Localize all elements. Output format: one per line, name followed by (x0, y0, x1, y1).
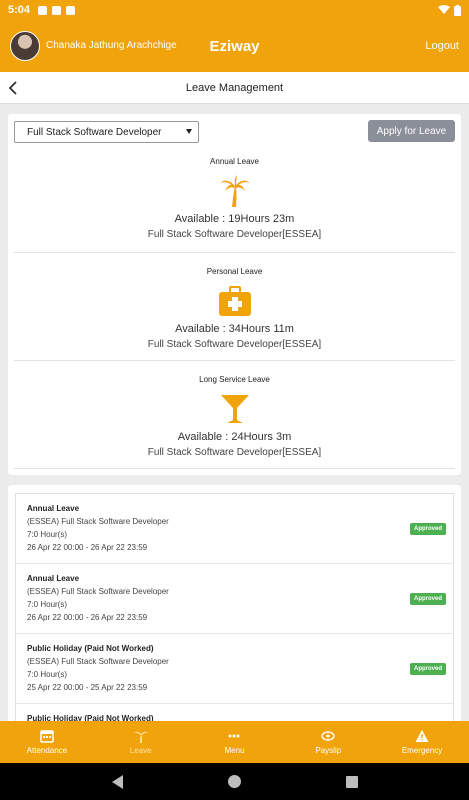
chevron-down-icon (186, 129, 192, 134)
page-title: Leave Management (185, 81, 284, 94)
leave-hours: 7:0 Hour(s) (27, 600, 68, 609)
leave-requests-card: Annual Leave (ESSEA) Full Stack Software… (8, 485, 461, 735)
nav-leave[interactable]: Leave (94, 721, 188, 763)
leave-balance-title: Personal Leave (206, 267, 263, 276)
leave-period: 25 Apr 22 00:00 - 25 Apr 22 23:59 (27, 683, 148, 692)
annual-leave-balance: Annual Leave Available : 19Hours 23m Ful… (8, 156, 461, 242)
notification-icon (38, 5, 48, 15)
leave-period: 26 Apr 22 00:00 - 26 Apr 22 23:59 (27, 543, 148, 552)
list-item[interactable]: Annual Leave (ESSEA) Full Stack Software… (16, 564, 453, 634)
apply-for-leave-button[interactable]: Apply for Leave (368, 120, 455, 142)
nav-label: Payslip (315, 746, 342, 755)
status-badge: Approved (409, 593, 446, 605)
back-arrow-icon[interactable] (4, 78, 24, 98)
sub-header: Leave Management (0, 72, 469, 104)
leave-available: Available : 34Hours 11m (175, 323, 294, 335)
status-badge: Approved (409, 663, 446, 675)
leave-position: Full Stack Software Developer[ESSEA] (147, 447, 322, 458)
divider (14, 252, 455, 253)
leave-type: Annual Leave (27, 574, 80, 583)
logout-button[interactable]: Logout (425, 40, 459, 52)
leave-available: Available : 19Hours 23m (174, 213, 295, 225)
leave-balance-title: Long Service Leave (199, 375, 270, 384)
palm-tree-icon (219, 175, 250, 207)
leave-type: Annual Leave (27, 504, 80, 513)
status-badge: Approved (409, 523, 446, 535)
leave-position: Full Stack Software Developer[ESSEA] (147, 339, 322, 350)
leave-hours: 7:0 Hour(s) (27, 530, 68, 539)
notification-icon (66, 5, 76, 15)
notification-icon (52, 5, 62, 15)
leave-balance-title: Annual Leave (210, 157, 259, 166)
long-service-leave-balance: Long Service Leave Available : 24Hours 3… (8, 374, 461, 460)
nav-label: Attendance (26, 746, 68, 755)
nav-emergency[interactable]: Emergency (375, 721, 469, 763)
cocktail-glass-icon (220, 395, 249, 423)
position-select-value: Full Stack Software Developer (27, 126, 162, 138)
bottom-nav: Attendance Leave Menu Payslip Emergency (0, 721, 469, 763)
system-recents-icon[interactable] (345, 775, 358, 788)
leave-position: (ESSEA) Full Stack Software Developer (27, 657, 169, 666)
first-aid-kit-icon (218, 286, 251, 316)
leave-available: Available : 24Hours 3m (177, 431, 292, 443)
list-item[interactable]: Public Holiday (Paid Not Worked) (ESSEA)… (16, 634, 453, 704)
palm-tree-icon (133, 731, 148, 743)
avatar[interactable] (10, 31, 40, 61)
nav-menu[interactable]: Menu (188, 721, 282, 763)
wifi-icon (438, 5, 450, 14)
app-header: Chanaka Jathung Arachchige Eziway Logout (0, 20, 469, 72)
user-name: Chanaka Jathung Arachchige (46, 40, 177, 51)
list-item[interactable]: Annual Leave (ESSEA) Full Stack Software… (16, 494, 453, 564)
leave-position: Full Stack Software Developer[ESSEA] (147, 229, 322, 240)
status-bar: 5:04 (0, 0, 469, 20)
leave-hours: 7:0 Hour(s) (27, 670, 68, 679)
divider (14, 468, 455, 469)
personal-leave-balance: Personal Leave Available : 34Hours 11m F… (8, 266, 461, 352)
leave-position: (ESSEA) Full Stack Software Developer (27, 517, 169, 526)
position-select[interactable]: Full Stack Software Developer (14, 121, 199, 143)
divider (14, 360, 455, 361)
dots-icon (228, 734, 240, 738)
nav-label: Menu (224, 746, 245, 755)
nav-payslip[interactable]: Payslip (281, 721, 375, 763)
leave-position: (ESSEA) Full Stack Software Developer (27, 587, 169, 596)
money-icon (321, 731, 335, 741)
nav-label: Emergency (401, 746, 443, 755)
battery-icon (454, 4, 461, 16)
system-nav-bar (0, 763, 469, 800)
system-back-icon[interactable] (111, 774, 123, 789)
leave-period: 26 Apr 22 00:00 - 26 Apr 22 23:59 (27, 613, 148, 622)
leave-type: Public Holiday (Paid Not Worked) (27, 644, 154, 653)
nav-label: Leave (129, 746, 152, 755)
calendar-icon (40, 730, 54, 743)
leave-request-list: Annual Leave (ESSEA) Full Stack Software… (15, 493, 454, 735)
system-home-icon[interactable] (227, 775, 241, 788)
warning-icon (415, 730, 429, 742)
nav-attendance[interactable]: Attendance (0, 721, 94, 763)
leave-balances-card: Full Stack Software Developer Apply for … (8, 114, 461, 475)
status-time: 5:04 (8, 4, 31, 16)
